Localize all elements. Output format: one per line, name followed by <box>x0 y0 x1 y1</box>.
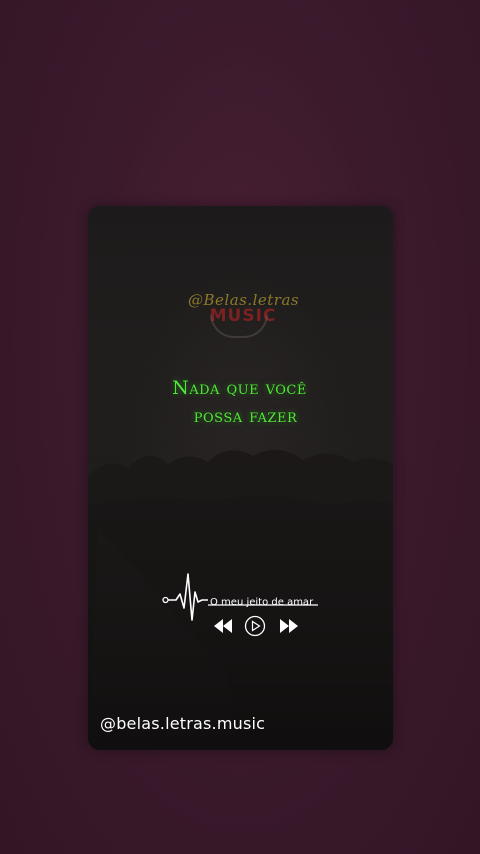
music-player: O meu jeito de amar <box>162 572 322 638</box>
fast-forward-icon[interactable] <box>278 616 300 636</box>
lyrics-line-2: possa fazer <box>193 405 298 427</box>
song-title: O meu jeito de amar <box>210 597 314 608</box>
channel-handle: @belas.letras.music <box>100 714 266 733</box>
rewind-icon[interactable] <box>212 616 234 636</box>
logo-smile-icon <box>210 314 268 338</box>
player-controls <box>212 615 302 638</box>
scenery-background <box>88 206 393 750</box>
lyrics-line-1: Nada que você <box>172 377 307 399</box>
lyrics-block: Nada que você possa fazer <box>88 374 393 430</box>
channel-logo: @Belas.letras MUSIC <box>188 292 299 352</box>
video-card: @Belas.letras MUSIC Nada que você possa … <box>88 206 393 750</box>
play-icon[interactable] <box>244 615 266 637</box>
